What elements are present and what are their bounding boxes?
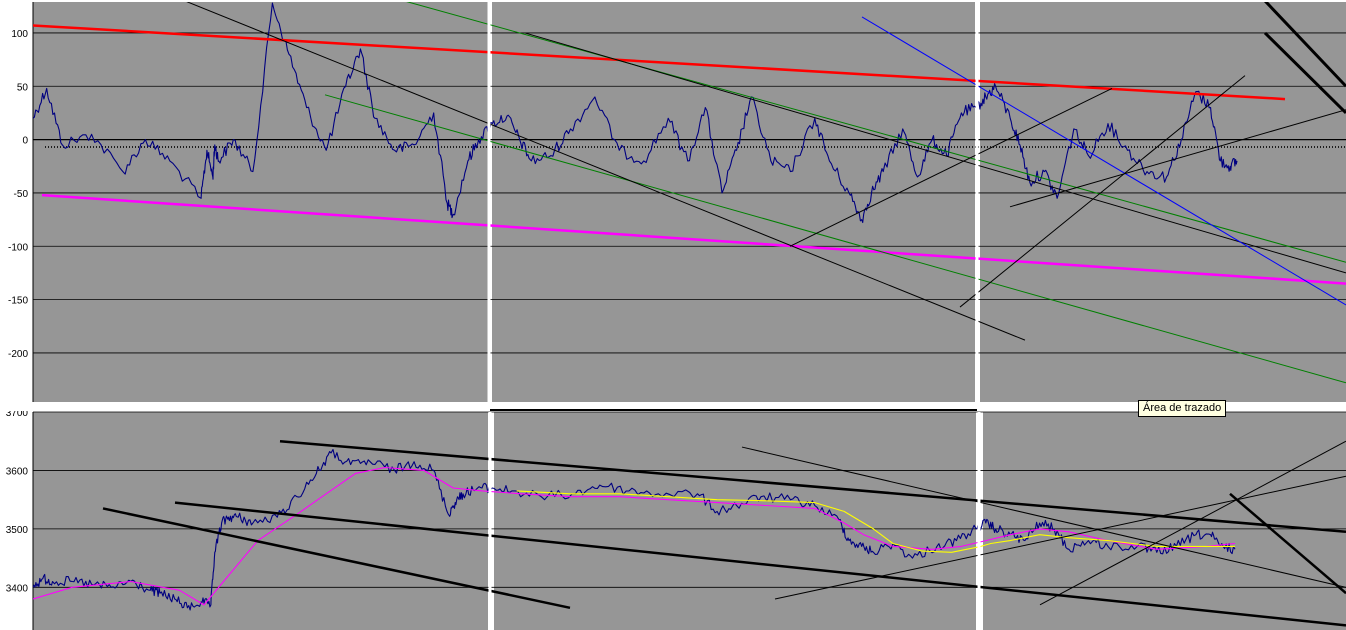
y-tick-label: 100 [11, 29, 28, 40]
plot-area-panel [980, 2, 1346, 402]
chart-canvas[interactable]: 100500-50-100-150-200-250370036003500340… [0, 0, 1346, 630]
y-tick-label: -150 [8, 296, 28, 307]
plot-area-tooltip: Área de trazado [1138, 400, 1227, 417]
plot-area-panel [494, 412, 976, 630]
y-tick-label: 3500 [6, 525, 29, 536]
plot-area-panel [33, 2, 488, 402]
chart-pane-1: 100500-50-100-150-200-250 [8, 2, 1346, 413]
plot-area-panel [983, 412, 1346, 630]
y-tick-label: -100 [8, 242, 28, 253]
chart-pane-2: 3700360035003400 [6, 408, 1346, 630]
plot-area-panel [492, 2, 975, 402]
y-tick-label: -200 [8, 349, 28, 360]
chart-window: 100500-50-100-150-200-250370036003500340… [0, 0, 1346, 630]
y-tick-label: 50 [17, 82, 29, 93]
y-tick-label: 3400 [6, 583, 29, 594]
y-tick-label: 0 [22, 136, 28, 147]
y-tick-label: 3600 [6, 466, 29, 477]
y-tick-label: -50 [14, 189, 29, 200]
